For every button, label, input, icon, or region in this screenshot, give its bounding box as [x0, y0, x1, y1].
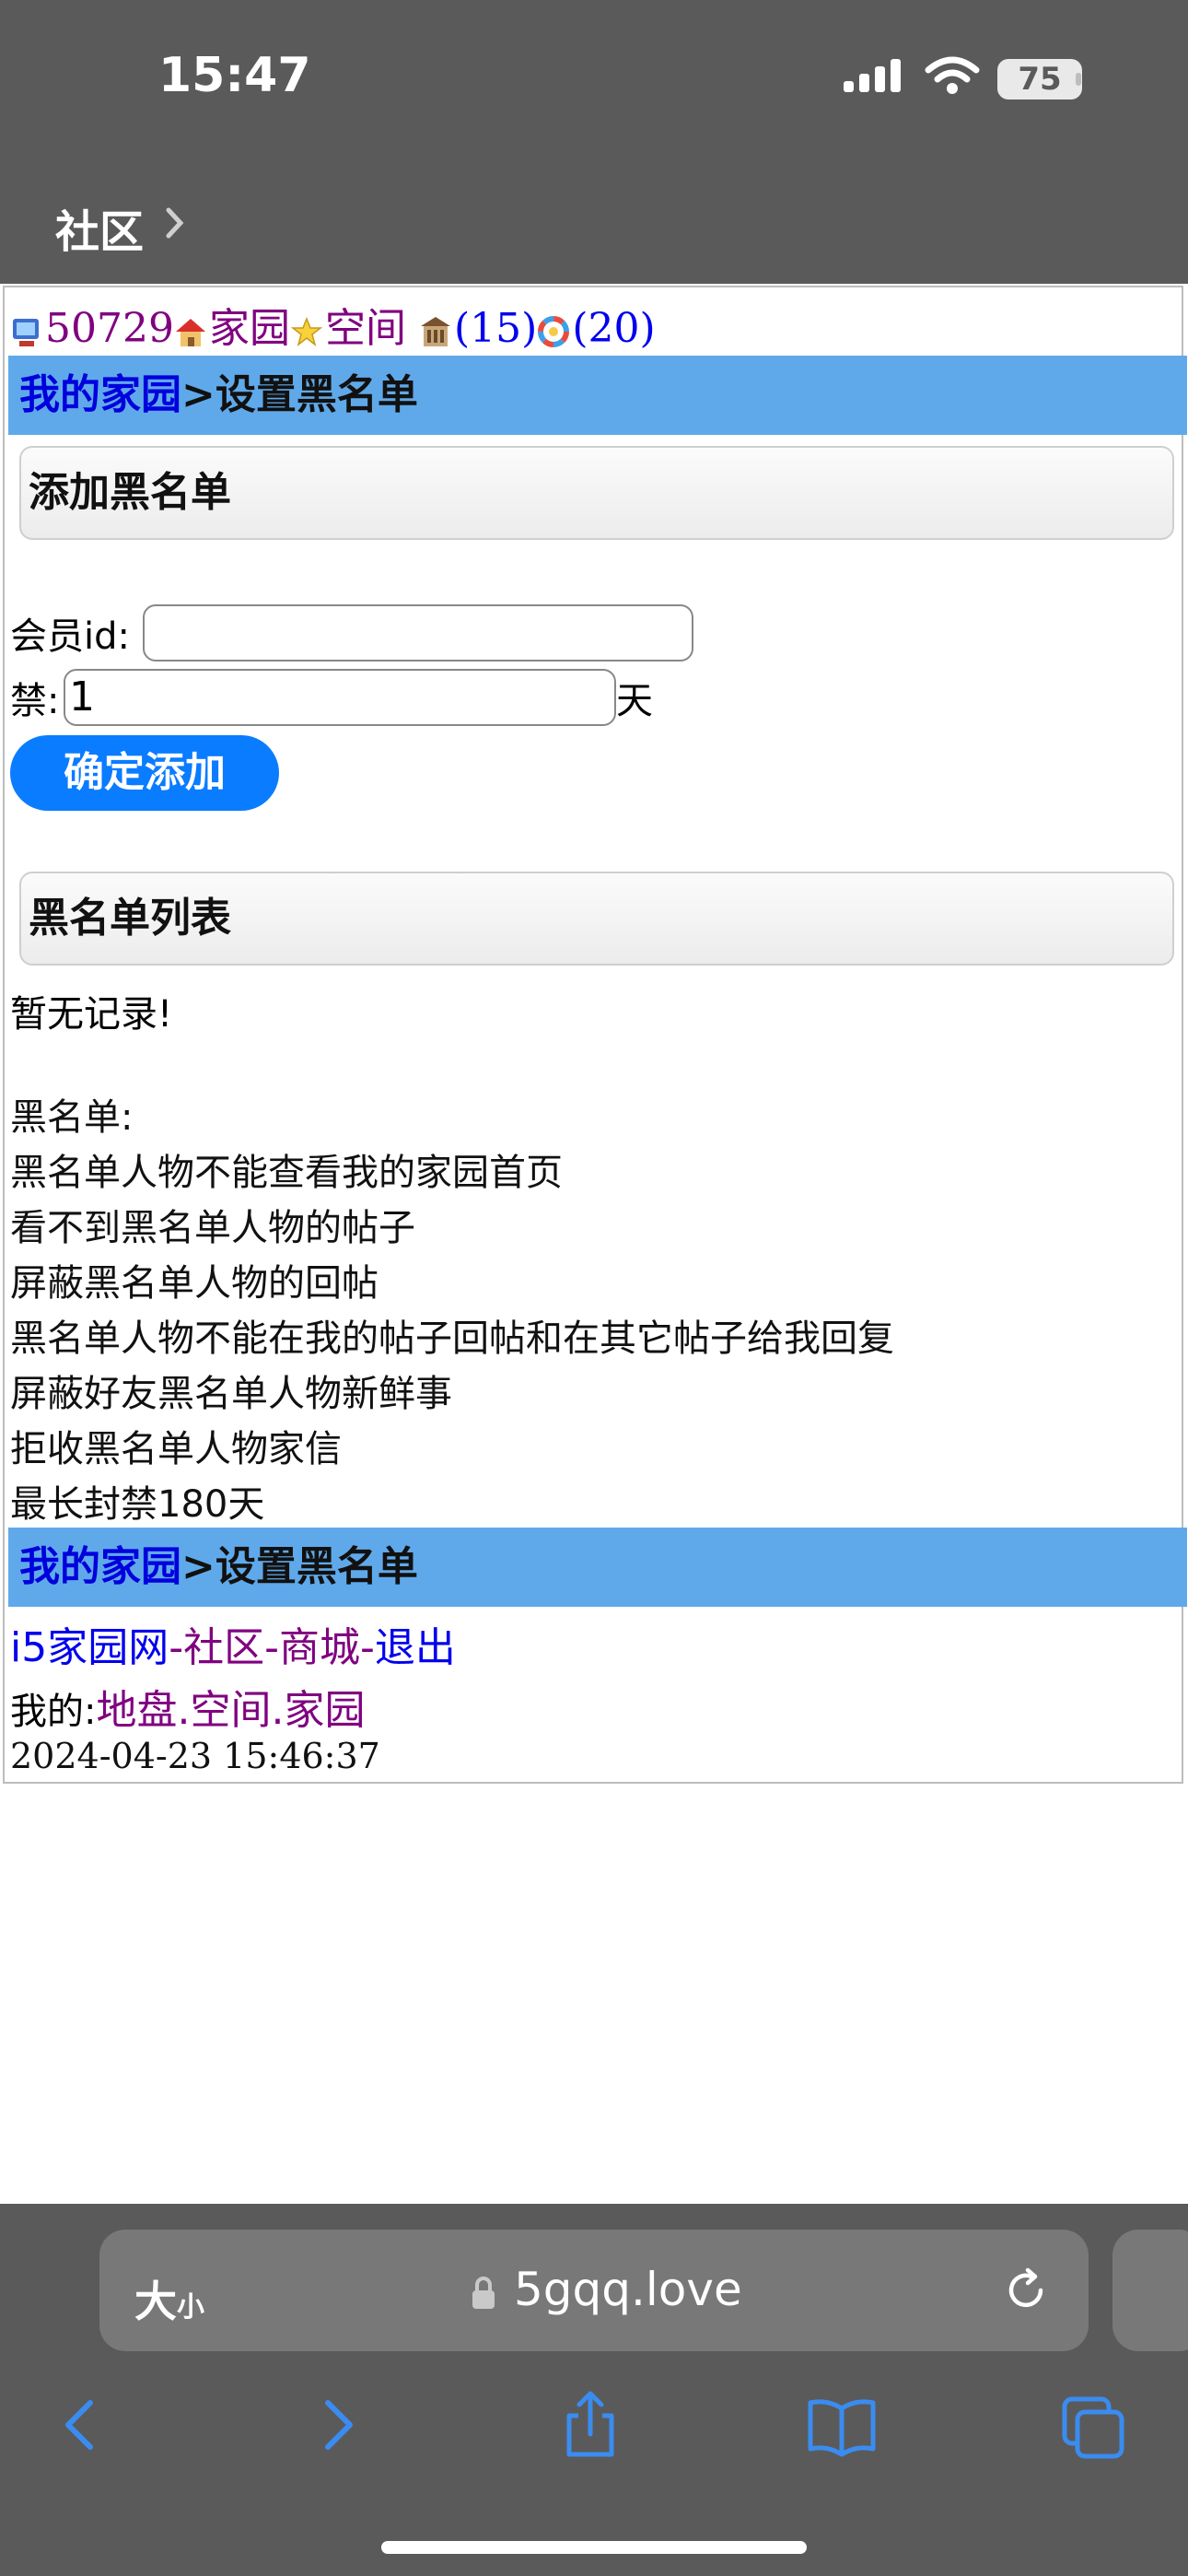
- dash: -: [264, 1624, 279, 1671]
- dot: .: [177, 1687, 191, 1734]
- rule-item: 黑名单人物不能查看我的家园首页: [10, 1152, 563, 1194]
- home-indicator: [381, 2541, 807, 2554]
- my-label: 我的:: [10, 1691, 97, 1733]
- back-arrow-icon[interactable]: [57, 2388, 103, 2462]
- my-links: 我的:地盘.空间.家园: [10, 1677, 365, 1736]
- rule-item: 黑名单人物不能在我的帖子回帖和在其它帖子给我回复: [10, 1317, 894, 1360]
- top-bar: 15:47 75 社区: [0, 0, 1188, 284]
- web-page: 50729 家园 空间 (15) (20) 我的家园>设置黑名单 添加黑名单 会员id…: [3, 286, 1187, 1784]
- reload-icon[interactable]: [1000, 2265, 1052, 2316]
- points-value: 50729: [45, 305, 174, 352]
- cellular-signal-icon: [844, 59, 901, 92]
- confirm-add-button[interactable]: 确定添加: [10, 735, 279, 811]
- empty-list-text: 暂无记录!: [10, 993, 173, 1036]
- dot: .: [271, 1687, 285, 1734]
- blacklist-list-heading: 黑名单列表: [19, 872, 1174, 966]
- building-icon: [420, 316, 450, 346]
- breadcrumb-bottom: 我的家园>设置黑名单: [8, 1528, 1187, 1607]
- tabs-icon[interactable]: [1059, 2388, 1129, 2462]
- star-icon: [290, 316, 323, 346]
- site-link[interactable]: i5家园网: [10, 1624, 169, 1671]
- house-icon: [175, 318, 205, 346]
- territory-link[interactable]: 地盘: [96, 1687, 177, 1734]
- url-text[interactable]: 5gqq.love: [514, 2263, 742, 2316]
- breadcrumb-current: 设置黑名单: [215, 371, 418, 418]
- rule-item: 拒收黑名单人物家信: [10, 1428, 342, 1470]
- rules-heading: 黑名单:: [10, 1096, 134, 1139]
- forward-arrow-icon[interactable]: [315, 2388, 361, 2462]
- pinwheel-icon: [538, 315, 570, 347]
- text-size-small: 小: [177, 2291, 204, 2324]
- next-tab-preview[interactable]: [1112, 2230, 1188, 2351]
- chevron-right-icon[interactable]: [164, 205, 186, 241]
- footer-links: i5家园网-社区-商城-退出: [10, 1614, 456, 1673]
- status-time: 15:47: [158, 48, 311, 103]
- battery-indicator: 75: [997, 59, 1082, 100]
- ban-label: 禁:: [10, 680, 60, 722]
- add-blacklist-heading: 添加黑名单: [19, 446, 1174, 540]
- share-icon[interactable]: [558, 2388, 623, 2462]
- dash: -: [169, 1624, 184, 1671]
- stats-row: 50729 家园 空间 (15) (20): [10, 295, 656, 352]
- ban-unit-label: 天: [616, 680, 653, 722]
- count-link-2[interactable]: (20): [572, 305, 655, 352]
- battery-nub: [1076, 73, 1081, 86]
- computer-icon: [13, 318, 39, 346]
- count-link-1[interactable]: (15): [454, 305, 537, 352]
- my-space-link[interactable]: 空间: [190, 1687, 271, 1734]
- breadcrumb: 我的家园>设置黑名单: [8, 356, 1187, 435]
- community-link[interactable]: 社区: [183, 1624, 264, 1671]
- wifi-icon: [925, 56, 980, 94]
- breadcrumb-current: 设置黑名单: [215, 1543, 418, 1590]
- rule-item: 最长封禁180天: [10, 1483, 265, 1526]
- space-link[interactable]: 空间: [325, 305, 406, 352]
- text-size-button[interactable]: 大小: [134, 2268, 204, 2329]
- timestamp: 2024-04-23 15:46:37: [10, 1736, 380, 1776]
- text-size-large: 大: [134, 2277, 177, 2326]
- rule-item: 屏蔽好友黑名单人物新鲜事: [10, 1373, 452, 1415]
- lock-icon: [472, 2277, 495, 2309]
- ban-days-input[interactable]: 1: [64, 669, 616, 726]
- breadcrumb-home-link[interactable]: 我的家园: [19, 1543, 181, 1590]
- mall-link[interactable]: 商城: [279, 1624, 360, 1671]
- breadcrumb-home-link[interactable]: 我的家园: [19, 371, 181, 418]
- breadcrumb-separator: >: [181, 371, 215, 418]
- bookmarks-icon[interactable]: [805, 2388, 879, 2462]
- home-link[interactable]: 家园: [209, 305, 290, 352]
- member-id-input[interactable]: [143, 604, 693, 662]
- rule-item: 看不到黑名单人物的帖子: [10, 1207, 415, 1249]
- browser-toolbar: 大小 5gqq.love: [0, 2204, 1188, 2576]
- breadcrumb-separator: >: [181, 1543, 215, 1590]
- my-home-link[interactable]: 家园: [284, 1687, 365, 1734]
- dash: -: [360, 1624, 375, 1671]
- logout-link[interactable]: 退出: [375, 1624, 456, 1671]
- back-title[interactable]: 社区: [55, 195, 144, 260]
- member-id-label: 会员id:: [10, 615, 130, 658]
- rule-item: 屏蔽黑名单人物的回帖: [10, 1262, 379, 1305]
- address-bar[interactable]: 大小 5gqq.love: [99, 2230, 1089, 2351]
